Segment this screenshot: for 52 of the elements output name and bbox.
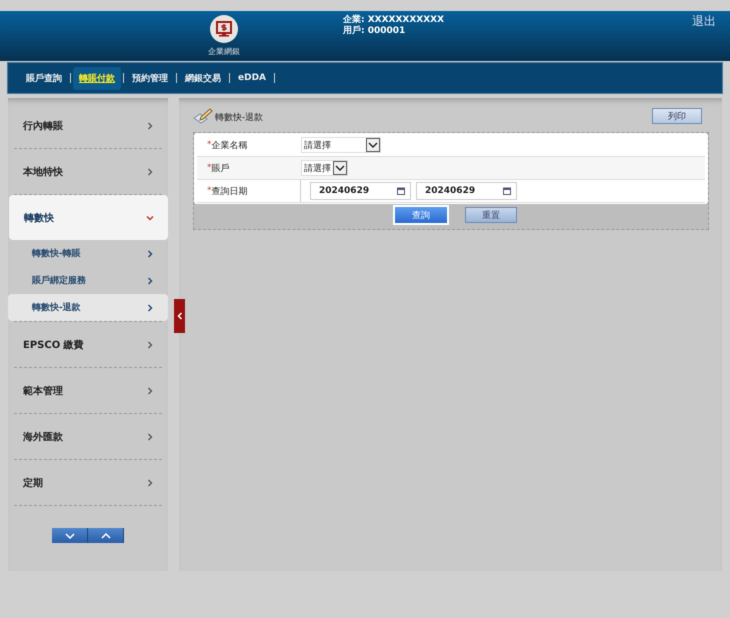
chevron-down-icon [146, 214, 154, 222]
menu-item[interactable]: 行內轉賬 [8, 103, 168, 148]
logo-label: 企業網銀 [208, 46, 240, 57]
collapse-sidebar-button[interactable] [174, 299, 185, 333]
chevron-right-icon [146, 168, 154, 176]
nav-tab[interactable]: 網銀交易 [179, 66, 227, 90]
page-title: 轉數快-退款 [215, 112, 264, 124]
chevron-up-icon [100, 532, 110, 538]
menu-item[interactable]: EPSCO 繳費 [8, 322, 168, 367]
submenu-item[interactable]: 賬戶綁定服務 [8, 267, 168, 294]
chevron-right-icon [146, 250, 154, 258]
menu-item[interactable]: 轉數快 [9, 195, 168, 240]
chevron-right-icon [146, 122, 154, 130]
nav-tab[interactable]: 賬戶查詢 [20, 66, 68, 90]
user-id: 用戶: 000001 [343, 26, 406, 37]
scroll-up-button[interactable] [88, 528, 124, 543]
nav-tab[interactable]: 轉賬付款 [73, 66, 121, 90]
chevron-right-icon [146, 478, 154, 486]
company-id: 企業: XXXXXXXXXXX [343, 15, 444, 26]
dropdown-icon [366, 138, 380, 152]
select-field[interactable]: 請選擇 [301, 137, 381, 153]
date-field[interactable]: 20240629 [310, 182, 411, 200]
search-button[interactable]: 查詢 [395, 207, 447, 223]
chevron-right-icon [146, 276, 154, 284]
menu-item[interactable]: 海外匯款 [8, 414, 168, 459]
chevron-left-icon [176, 312, 182, 320]
monitor-icon [210, 15, 238, 43]
reset-button[interactable]: 重置 [465, 207, 517, 223]
menu-item[interactable]: 定期 [8, 460, 168, 505]
chevron-right-icon [146, 432, 154, 440]
field-label: *賬戶 [206, 162, 230, 176]
menu-item[interactable]: 本地特快 [8, 149, 168, 194]
scroll-down-button[interactable] [52, 528, 88, 543]
nav-tab[interactable]: 預約管理 [126, 66, 174, 90]
chevron-right-icon [146, 304, 154, 312]
calendar-icon [503, 187, 511, 195]
dropdown-icon [333, 161, 347, 175]
menu-item[interactable]: 範本管理 [8, 368, 168, 413]
nav-tab[interactable]: eDDA [232, 68, 272, 88]
submenu-item[interactable]: 轉數快-轉賬 [8, 240, 168, 267]
logout-link[interactable]: 退出 [692, 13, 716, 30]
pencil-note-icon [193, 108, 213, 124]
submenu-item[interactable]: 轉數快-退款 [8, 294, 168, 321]
date-field[interactable]: 20240629 [416, 182, 517, 200]
field-label: *企業名稱 [206, 139, 248, 152]
field-label: *查詢日期 [206, 185, 248, 198]
print-button[interactable]: 列印 [652, 108, 702, 124]
chevron-right-icon [146, 386, 154, 394]
select-field[interactable]: 請選擇 [301, 160, 348, 176]
calendar-icon [397, 187, 405, 195]
chevron-down-icon [64, 532, 74, 538]
chevron-right-icon [146, 340, 154, 348]
